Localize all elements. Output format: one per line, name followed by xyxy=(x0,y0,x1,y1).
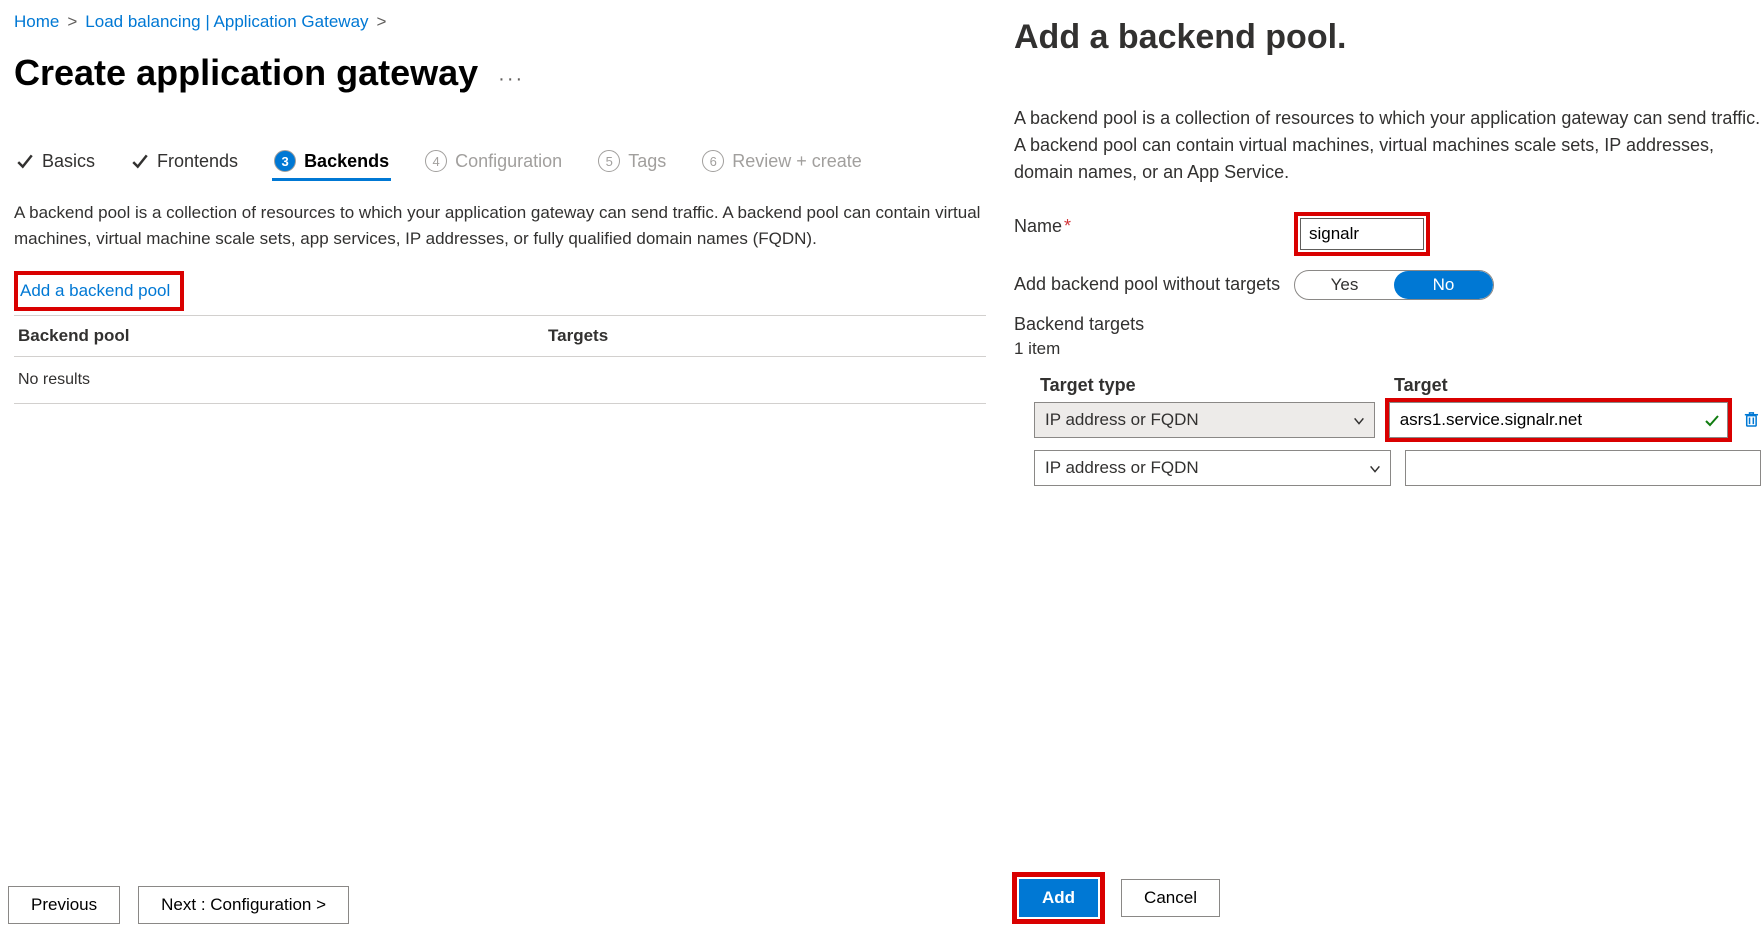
tab-review[interactable]: 6 Review + create xyxy=(700,144,864,181)
step-number-icon: 5 xyxy=(598,150,620,172)
step-number-icon: 6 xyxy=(702,150,724,172)
toggle-yes[interactable]: Yes xyxy=(1295,271,1394,299)
target-type-select[interactable]: IP address or FQDN xyxy=(1034,450,1391,486)
select-value: IP address or FQDN xyxy=(1045,410,1199,429)
no-results-text: No results xyxy=(18,371,90,389)
backend-targets-table: Target type Target IP address or FQDN xyxy=(1014,369,1761,486)
tab-backends[interactable]: 3 Backends xyxy=(272,144,391,181)
target-row: IP address or FQDN xyxy=(1014,450,1761,486)
panel-footer: Add Cancel xyxy=(1012,872,1220,924)
tab-label: Frontends xyxy=(157,151,238,172)
step-number-icon: 4 xyxy=(425,150,447,172)
cancel-button[interactable]: Cancel xyxy=(1121,879,1220,917)
chevron-right-icon: > xyxy=(377,12,387,32)
tab-configuration[interactable]: 4 Configuration xyxy=(423,144,564,181)
toggle-no[interactable]: No xyxy=(1394,271,1493,299)
add-backend-pool-panel: Add a backend pool. A backend pool is a … xyxy=(1000,0,1761,938)
next-button[interactable]: Next : Configuration > xyxy=(138,886,349,924)
backend-targets-label: Backend targets xyxy=(1014,314,1761,335)
target-input[interactable] xyxy=(1405,450,1761,486)
target-input-highlight xyxy=(1389,402,1728,438)
wizard-tabs: Basics Frontends 3 Backends 4 Configurat… xyxy=(14,144,986,182)
chevron-down-icon xyxy=(1352,413,1366,427)
name-input-highlight xyxy=(1294,212,1430,256)
add-button[interactable]: Add xyxy=(1019,879,1098,917)
panel-title: Add a backend pool. xyxy=(1014,18,1761,57)
backend-pool-table: Backend pool Targets No results xyxy=(14,315,986,404)
select-value: IP address or FQDN xyxy=(1045,458,1199,477)
page-title: Create application gateway xyxy=(14,52,478,94)
item-count: 1 item xyxy=(1014,339,1761,359)
previous-button[interactable]: Previous xyxy=(8,886,120,924)
name-input[interactable] xyxy=(1300,218,1424,250)
add-button-highlight: Add xyxy=(1012,872,1105,924)
column-header-targets: Targets xyxy=(548,326,982,346)
without-targets-label: Add backend pool without targets xyxy=(1014,270,1294,295)
wizard-footer: Previous Next : Configuration > xyxy=(8,886,349,924)
check-icon xyxy=(16,152,34,170)
more-icon[interactable]: ··· xyxy=(498,68,524,91)
add-backend-pool-link[interactable]: Add a backend pool xyxy=(20,281,170,300)
tab-label: Configuration xyxy=(455,151,562,172)
column-header-pool: Backend pool xyxy=(18,326,548,346)
tab-label: Tags xyxy=(628,151,666,172)
tab-label: Basics xyxy=(42,151,95,172)
breadcrumb: Home > Load balancing | Application Gate… xyxy=(14,12,986,32)
target-type-select[interactable]: IP address or FQDN xyxy=(1034,402,1375,438)
tab-label: Backends xyxy=(304,151,389,172)
column-header-target: Target xyxy=(1394,375,1761,396)
tab-tags[interactable]: 5 Tags xyxy=(596,144,668,181)
chevron-down-icon xyxy=(1368,461,1382,475)
name-label: Name* xyxy=(1014,212,1294,237)
table-row-empty: No results xyxy=(14,357,986,404)
target-input-wrap xyxy=(1405,450,1761,486)
check-icon xyxy=(131,152,149,170)
panel-description: A backend pool is a collection of resour… xyxy=(1014,105,1761,186)
delete-icon[interactable] xyxy=(1742,410,1761,430)
backend-description: A backend pool is a collection of resour… xyxy=(14,200,986,251)
chevron-right-icon: > xyxy=(67,12,77,32)
check-icon xyxy=(1704,412,1720,428)
target-input[interactable] xyxy=(1389,402,1728,438)
target-row: IP address or FQDN xyxy=(1014,402,1761,438)
step-number-icon: 3 xyxy=(274,150,296,172)
main-content: Home > Load balancing | Application Gate… xyxy=(0,0,1000,938)
column-header-target-type: Target type xyxy=(1014,375,1394,396)
without-targets-toggle[interactable]: Yes No xyxy=(1294,270,1494,300)
tab-basics[interactable]: Basics xyxy=(14,145,97,181)
tab-frontends[interactable]: Frontends xyxy=(129,145,240,181)
breadcrumb-home[interactable]: Home xyxy=(14,12,59,32)
add-backend-pool-highlight: Add a backend pool xyxy=(14,271,184,311)
tab-label: Review + create xyxy=(732,151,862,172)
breadcrumb-load-balancing[interactable]: Load balancing | Application Gateway xyxy=(85,12,368,32)
